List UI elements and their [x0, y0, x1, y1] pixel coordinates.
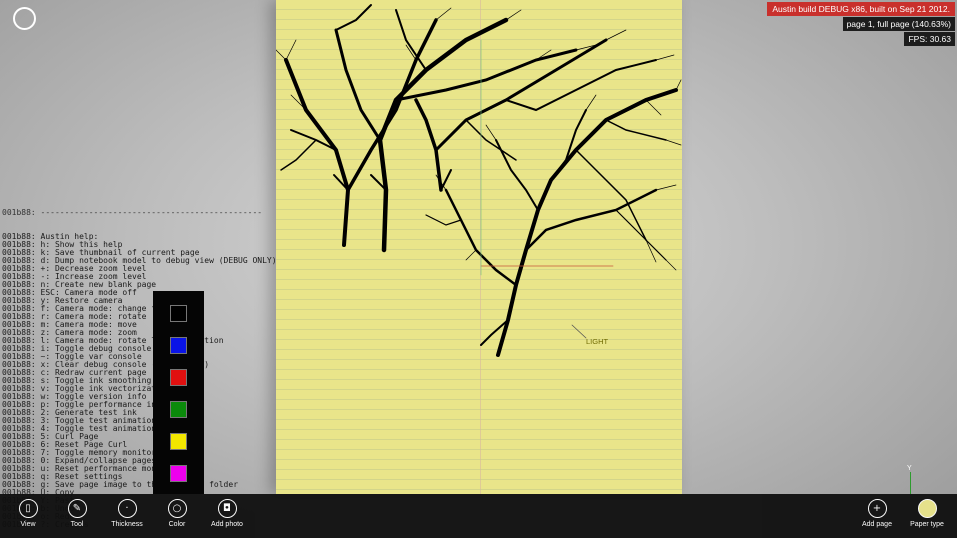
color-swatch-blue[interactable]	[170, 337, 187, 354]
dot-icon: ·	[117, 499, 137, 518]
build-info-badge: Austin build DEBUG x86, built on Sep 21 …	[767, 2, 955, 16]
camera-icon: ◘	[217, 499, 237, 518]
app-bar: ▯ View ✎ Tool · Thickness ○ Color ◘ Add …	[0, 494, 957, 538]
debug-console: 001b88: --------------------------------…	[2, 193, 302, 537]
page-icon: ▯	[18, 499, 38, 518]
axis-label: Y	[907, 465, 912, 472]
paper-type-button-label: Paper type	[910, 521, 944, 528]
fps-counter: FPS: 30.63	[904, 32, 955, 46]
camera-axis-indicator	[910, 472, 911, 494]
tool-button-label: Tool	[70, 521, 84, 528]
add-page-button[interactable]: + Add page	[857, 499, 897, 528]
light-direction-label: LIGHT	[586, 337, 609, 346]
page-info-badge: page 1, full page (140.63%)	[842, 17, 955, 31]
view-button[interactable]: ▯ View	[8, 499, 48, 528]
circle-icon: ○	[167, 499, 187, 518]
pen-tool-icon[interactable]	[13, 7, 36, 30]
paper-swatch-icon	[917, 499, 937, 518]
pen-icon: ✎	[67, 499, 87, 518]
color-swatch-yellow[interactable]	[170, 433, 187, 450]
add-photo-button[interactable]: ◘ Add photo	[207, 499, 247, 528]
color-swatch-green[interactable]	[170, 401, 187, 418]
color-button-label: Color	[168, 521, 186, 528]
ink-drawing-tree	[276, 4, 682, 357]
plus-icon: +	[867, 499, 887, 518]
view-button-label: View	[20, 521, 36, 528]
thickness-button-label: Thickness	[111, 521, 143, 528]
paper-type-button[interactable]: Paper type	[907, 499, 947, 528]
color-picker-flyout	[153, 291, 204, 494]
thickness-button[interactable]: · Thickness	[107, 499, 147, 528]
color-swatch-red[interactable]	[170, 369, 187, 386]
console-separator: 001b88: --------------------------------…	[2, 208, 263, 217]
add-page-button-label: Add page	[862, 521, 892, 528]
add-photo-button-label: Add photo	[211, 521, 243, 528]
color-swatch-black[interactable]	[170, 305, 187, 322]
tool-button[interactable]: ✎ Tool	[57, 499, 97, 528]
color-swatch-magenta[interactable]	[170, 465, 187, 482]
color-button[interactable]: ○ Color	[157, 499, 197, 528]
